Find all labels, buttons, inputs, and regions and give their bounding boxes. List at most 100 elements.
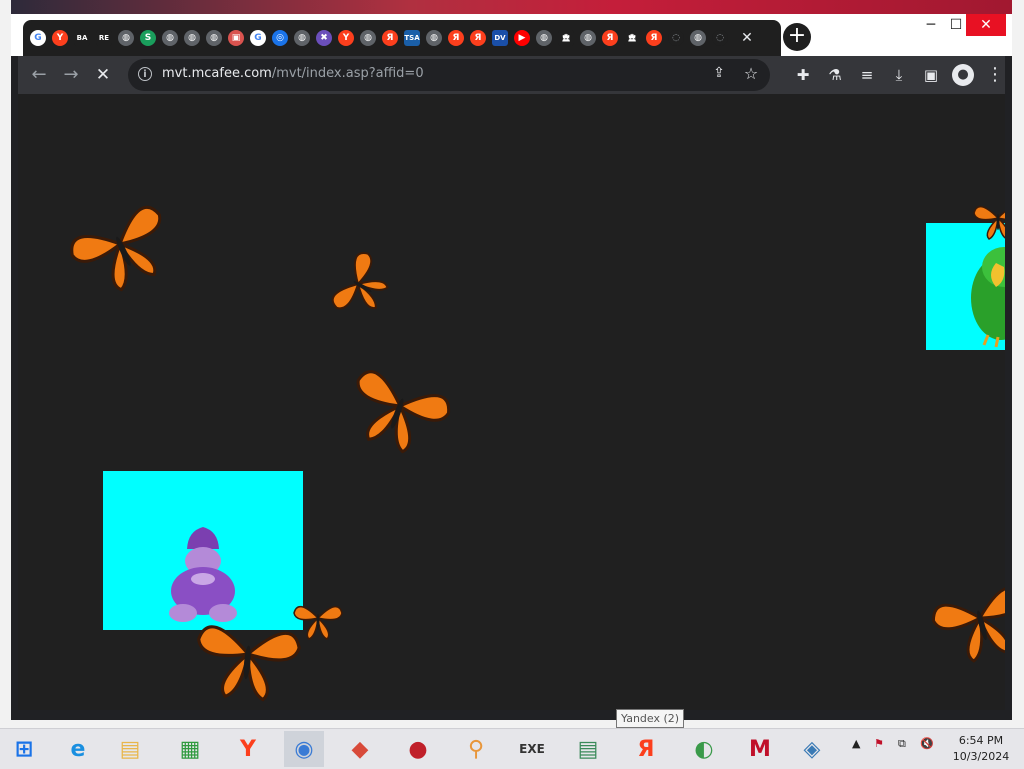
parrot-sprite bbox=[971, 247, 1005, 348]
share-icon[interactable]: ⇪ bbox=[710, 65, 728, 83]
yandex-icon[interactable]: Я bbox=[626, 731, 666, 767]
package-icon[interactable]: ◆ bbox=[340, 731, 380, 767]
youtube-icon[interactable]: ▶ bbox=[514, 30, 530, 46]
gnome-sprite-box bbox=[103, 471, 303, 630]
yandex-r-icon[interactable]: Я bbox=[470, 30, 486, 46]
red-sphere-icon[interactable]: ● bbox=[398, 731, 438, 767]
site-info-icon[interactable]: i bbox=[138, 67, 152, 81]
stop-loading-button[interactable]: ✕ bbox=[92, 64, 114, 86]
globe-icon[interactable]: ◍ bbox=[426, 30, 442, 46]
menu-kebab-icon[interactable]: ⋮ bbox=[984, 64, 1006, 86]
purple-icon[interactable]: ✖ bbox=[316, 30, 332, 46]
yandex-r-icon[interactable]: Я bbox=[448, 30, 464, 46]
bookmark-star-icon[interactable]: ☆ bbox=[742, 64, 760, 83]
butterfly-sprite bbox=[356, 370, 451, 454]
desktop-wallpaper-top bbox=[0, 0, 1024, 14]
loading-icon[interactable]: ◌ bbox=[668, 30, 684, 46]
volume-muted-icon[interactable]: 🔇 bbox=[920, 737, 934, 750]
yandex-browser-glyph: Y bbox=[240, 736, 256, 762]
action-center-flag-icon[interactable]: ⚑ bbox=[874, 737, 884, 750]
profile-avatar-icon[interactable]: ● bbox=[952, 64, 974, 86]
butterfly-sprite bbox=[932, 586, 1005, 663]
window-close-button[interactable]: ✕ bbox=[966, 14, 1006, 36]
desktop-wallpaper-right bbox=[1012, 0, 1024, 730]
globe-icon[interactable]: ◍ bbox=[536, 30, 552, 46]
globe-icon[interactable]: ◍ bbox=[206, 30, 222, 46]
dv-icon[interactable]: DV bbox=[492, 30, 508, 46]
system-clock[interactable]: 6:54 PM 10/3/2024 bbox=[944, 733, 1018, 765]
youtube-exe-glyph: EXE bbox=[519, 742, 545, 756]
start-button-glyph: ⊞ bbox=[14, 736, 34, 762]
ba-icon[interactable]: BA bbox=[74, 30, 90, 46]
globe-icon[interactable]: ◍ bbox=[580, 30, 596, 46]
browser-window: G Y BA RE ◍ S ◍ ◍ ◍ ▣ G ◎ ◍ ✖ Y ◍ Я TSA ◍ Я Я DV ▶ ◍ 🏛 ◍ Я 🏛 Я ◌ ◍ ◌ ✕ +… bbox=[11, 14, 1012, 720]
bank-icon[interactable]: 🏛 bbox=[558, 30, 574, 46]
google-icon[interactable]: G bbox=[30, 30, 46, 46]
yandex-browser-icon[interactable]: Y bbox=[228, 731, 268, 767]
re-icon[interactable]: RE bbox=[96, 30, 112, 46]
chrome-icon[interactable]: ◉ bbox=[284, 731, 324, 767]
yandex-r-icon[interactable]: Я bbox=[382, 30, 398, 46]
tab-strip: G Y BA RE ◍ S ◍ ◍ ◍ ▣ G ◎ ◍ ✖ Y ◍ Я TSA ◍ Я Я DV ▶ ◍ 🏛 ◍ Я 🏛 Я ◌ ◍ ◌ ✕ bbox=[23, 20, 781, 56]
network-icon[interactable]: ⧉ bbox=[898, 737, 906, 751]
globe-icon[interactable]: ◍ bbox=[118, 30, 134, 46]
shield-icon[interactable]: ◈ bbox=[792, 731, 832, 767]
butterfly-sprite bbox=[331, 252, 389, 310]
parrot-sprite-box bbox=[926, 223, 1005, 350]
globe-icon[interactable]: ◍ bbox=[294, 30, 310, 46]
url-path: /mvt/index.asp?affid=0 bbox=[271, 66, 424, 81]
internet-explorer-icon[interactable]: e bbox=[58, 731, 98, 767]
document-icon[interactable]: ▤ bbox=[568, 731, 608, 767]
yandex-icon[interactable]: Y bbox=[52, 30, 68, 46]
magnifier-app-glyph: ⚲ bbox=[467, 736, 485, 762]
yandex-icon[interactable]: Y bbox=[338, 30, 354, 46]
yandex-r-icon[interactable]: Я bbox=[602, 30, 618, 46]
google-icon[interactable]: G bbox=[250, 30, 266, 46]
target-icon[interactable]: ◎ bbox=[272, 30, 288, 46]
forward-button[interactable]: → bbox=[60, 64, 82, 86]
download-manager-icon[interactable]: ◐ bbox=[684, 731, 724, 767]
image-icon[interactable]: ▣ bbox=[228, 30, 244, 46]
mcafee-glyph: M bbox=[749, 736, 771, 762]
url-text[interactable]: mvt.mcafee.com/mvt/index.asp?affid=0 bbox=[162, 66, 424, 81]
side-panel-icon[interactable]: ▣ bbox=[920, 64, 942, 86]
tray-chevron-icon[interactable]: ▲ bbox=[852, 737, 860, 750]
page-content[interactable] bbox=[18, 94, 1005, 710]
globe-icon[interactable]: ◍ bbox=[162, 30, 178, 46]
package-glyph: ◆ bbox=[351, 736, 369, 762]
new-tab-button[interactable]: + bbox=[783, 23, 811, 51]
back-button[interactable]: ← bbox=[28, 64, 50, 86]
title-bar[interactable]: G Y BA RE ◍ S ◍ ◍ ◍ ▣ G ◎ ◍ ✖ Y ◍ Я TSA ◍ Я Я DV ▶ ◍ 🏛 ◍ Я 🏛 Я ◌ ◍ ◌ ✕ +… bbox=[11, 14, 1012, 56]
tsa-icon[interactable]: TSA bbox=[404, 30, 420, 46]
bank-icon[interactable]: 🏛 bbox=[624, 30, 640, 46]
yandex-glyph: Я bbox=[637, 736, 655, 762]
file-explorer-icon[interactable]: ▤ bbox=[110, 731, 150, 767]
shield-glyph: ◈ bbox=[803, 736, 821, 762]
tab-close-icon[interactable]: ✕ bbox=[739, 30, 755, 46]
yandex-r-icon[interactable]: Я bbox=[646, 30, 662, 46]
globe-icon[interactable]: ◍ bbox=[184, 30, 200, 46]
clock-time: 6:54 PM bbox=[958, 734, 1004, 747]
mcafee-icon[interactable]: M bbox=[740, 731, 780, 767]
youtube-exe-icon[interactable]: EXE bbox=[512, 731, 552, 767]
file-explorer-glyph: ▤ bbox=[119, 736, 141, 762]
lab-flask-icon[interactable]: ⚗ bbox=[824, 64, 846, 86]
magnifier-app-icon[interactable]: ⚲ bbox=[456, 731, 496, 767]
red-sphere-glyph: ● bbox=[408, 736, 428, 762]
browser-toolbar: ← → ✕ i mvt.mcafee.com/mvt/index.asp?aff… bbox=[18, 56, 1005, 94]
store-icon[interactable]: ▦ bbox=[170, 731, 210, 767]
extensions-icon[interactable]: ✚ bbox=[792, 64, 814, 86]
butterfly-sprite bbox=[197, 625, 301, 702]
globe-icon[interactable]: ◍ bbox=[690, 30, 706, 46]
loading-icon[interactable]: ◌ bbox=[712, 30, 728, 46]
media-control-icon[interactable]: ≡ bbox=[856, 64, 878, 86]
address-bar[interactable]: i mvt.mcafee.com/mvt/index.asp?affid=0 ⇪… bbox=[128, 59, 770, 91]
document-glyph: ▤ bbox=[577, 736, 599, 762]
globe-icon[interactable]: ◍ bbox=[360, 30, 376, 46]
start-button[interactable]: ⊞ bbox=[4, 731, 44, 767]
url-host: mvt.mcafee.com bbox=[162, 66, 272, 81]
taskbar-tooltip: Yandex (2) bbox=[616, 709, 685, 728]
clock-date: 10/3/2024 bbox=[952, 750, 1010, 763]
s-icon[interactable]: S bbox=[140, 30, 156, 46]
download-icon[interactable]: ⤓ bbox=[888, 64, 910, 86]
